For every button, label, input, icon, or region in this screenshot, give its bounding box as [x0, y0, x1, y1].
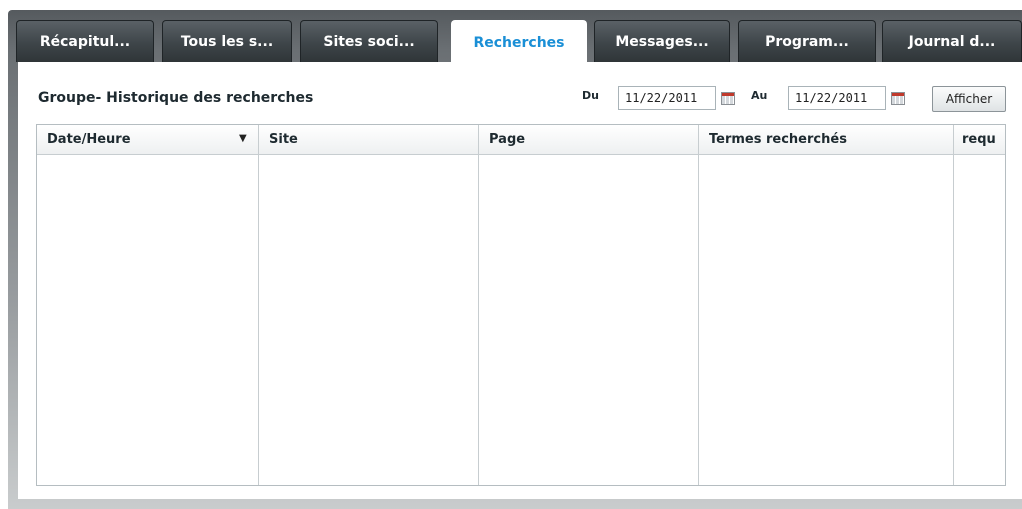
- grid-column: [479, 125, 699, 485]
- tab-tous-les-sites[interactable]: Tous les s...: [162, 20, 292, 62]
- tab-recherches[interactable]: Recherches: [451, 20, 587, 64]
- column-header-site[interactable]: Site: [259, 125, 479, 155]
- grid-column: [37, 125, 259, 485]
- tab-messages[interactable]: Messages...: [594, 20, 730, 62]
- search-history-grid: Date/Heure ▼ Site Page Termes recherchés…: [36, 124, 1006, 486]
- tab-recapitulatif[interactable]: Récapitul...: [16, 20, 154, 62]
- show-button[interactable]: Afficher: [932, 86, 1006, 112]
- grid-column: [699, 125, 954, 485]
- calendar-icon[interactable]: [891, 92, 905, 105]
- tab-journal[interactable]: Journal d...: [882, 20, 1022, 62]
- to-label: Au: [751, 89, 768, 102]
- column-header-date-heure[interactable]: Date/Heure ▼: [37, 125, 259, 155]
- calendar-icon[interactable]: [721, 92, 735, 105]
- sort-desc-icon[interactable]: ▼: [239, 133, 247, 144]
- column-header-label: Date/Heure: [47, 132, 131, 147]
- tab-sites-sociaux[interactable]: Sites soci...: [300, 20, 438, 62]
- column-header-requete[interactable]: requ: [954, 125, 1005, 155]
- grid-column: [259, 125, 479, 485]
- from-label: Du: [582, 89, 599, 102]
- column-header-page[interactable]: Page: [479, 125, 699, 155]
- to-date-field[interactable]: 11/22/2011: [788, 86, 886, 110]
- page-title: Groupe- Historique des recherches: [38, 90, 314, 106]
- column-header-termes[interactable]: Termes recherchés: [699, 125, 954, 155]
- searches-panel: Groupe- Historique des recherches Du 11/…: [18, 62, 1022, 499]
- tab-programmes[interactable]: Program...: [738, 20, 876, 62]
- from-date-field[interactable]: 11/22/2011: [618, 86, 716, 110]
